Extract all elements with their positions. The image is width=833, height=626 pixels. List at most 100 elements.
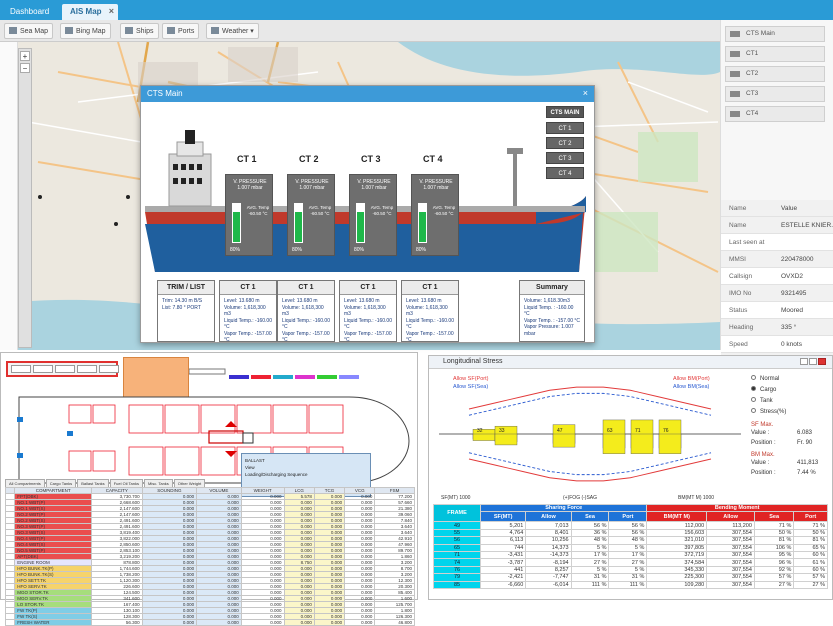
cargo-tank[interactable]: V. PRESSURE 1.007 mbar AVG. Temp -60.50 °C 8…: [287, 174, 335, 256]
stress-cell: 85: [432, 580, 482, 589]
nav-cts-main[interactable]: CTS MAIN: [546, 106, 584, 118]
close-icon[interactable]: ×: [109, 6, 114, 16]
property-row[interactable]: Speed 0 knots: [721, 336, 833, 353]
stress-cell: 307,554: [706, 573, 755, 582]
ct-info-line: Vapor Temp.: -157.00 °C: [224, 330, 272, 344]
stress-cell: 5 %: [608, 565, 648, 575]
close-icon[interactable]: [818, 358, 826, 365]
temp-value: -60.50 °C: [434, 211, 454, 216]
stress-cell: 441: [480, 565, 527, 575]
sf-max-position-label: Position :: [751, 440, 776, 446]
sf-bar-lower: [658, 433, 682, 454]
stress-row[interactable]: 71 -3,431 -14,373 17 % 17 % 372,719 307,554 95 …: [432, 550, 828, 560]
stress-cell: 345,330: [646, 565, 708, 575]
ct-info-line: Vapor Temp.: -157.00 °C: [406, 330, 454, 344]
menu-button[interactable]: [33, 365, 53, 373]
menu-button[interactable]: [77, 365, 97, 373]
menu-button[interactable]: [99, 365, 119, 373]
property-row[interactable]: IMO No 9321495: [721, 285, 833, 302]
cts-main-button[interactable]: CTS Main: [725, 26, 825, 42]
stress-cell: 61 %: [793, 558, 828, 567]
bm-max-value-value: 411,813: [797, 460, 819, 466]
stress-cell: 112,000: [646, 521, 708, 530]
table-row[interactable]: FRESH WATER 56.300 0.000 0.000 0.000 0.000 0.0…: [4, 619, 415, 626]
cargo-tank[interactable]: V. PRESSURE 1.007 mbar AVG. Temp -60.50 °C 8…: [411, 174, 459, 256]
stress-row[interactable]: 76 441 8,257 5 % 5 % 345,330 307,554 92 % 60 %: [432, 565, 828, 575]
property-row[interactable]: Status Moored: [721, 302, 833, 319]
property-row[interactable]: Heading 335 °: [721, 319, 833, 336]
table-cell: 0.000: [313, 619, 346, 626]
frame-header: FRAME: [432, 503, 482, 523]
tab-ais-map[interactable]: AIS Map ×: [62, 4, 118, 20]
stress-row[interactable]: 74 -3,787 -8,194 27 % 27 % 374,584 307,554 96 %…: [432, 558, 828, 567]
compartment-tabs: All Compartments Cargo Tanks Ballast Tanks…: [5, 479, 245, 488]
stress-cell: -2,421: [480, 573, 527, 582]
stress-cell: 65 %: [793, 543, 828, 552]
plan-menu-bar[interactable]: [6, 361, 119, 377]
stress-row[interactable]: 65 744 14,373 5 % 5 % 397,805 307,554 106 % 65 %: [432, 543, 828, 552]
sea-map-button[interactable]: Sea Map: [4, 23, 54, 39]
table-cell: 46.800: [374, 619, 415, 626]
property-key: Status: [729, 307, 748, 314]
stress-row[interactable]: 55 4,764 8,401 36 % 56 % 156,603 307,554 50 % 50…: [432, 528, 828, 538]
frame-tick-label: 32: [477, 428, 483, 434]
stress-cell: 56 %: [608, 521, 648, 530]
stress-row[interactable]: 56 6,113 10,256 48 % 48 % 321,010 307,554 81 % 8…: [432, 536, 828, 545]
nav-ct3[interactable]: CT 3: [546, 152, 584, 164]
stress-cell: 71 %: [793, 521, 828, 530]
pressure-readout: V. PRESSURE 1.007 mbar: [288, 179, 336, 191]
stress-option[interactable]: Stress(%): [751, 407, 829, 418]
menu-button[interactable]: [55, 365, 75, 373]
cargo-tank[interactable]: V. PRESSURE 1.007 mbar AVG. Temp -60.50 °C 8…: [225, 174, 273, 256]
stress-cell: 95 %: [753, 550, 795, 560]
ships-button[interactable]: Ships: [120, 23, 159, 39]
ct1-button[interactable]: CT1: [725, 46, 825, 62]
stress-cell: -8,194: [525, 558, 572, 567]
tank-title: CT 3: [361, 154, 381, 164]
context-menu-sequence[interactable]: Loading/Discharging Sequence: [245, 471, 367, 478]
stress-cell: 57 %: [793, 573, 828, 582]
zoom-out-button[interactable]: −: [20, 63, 30, 73]
nav-ct2[interactable]: CT 2: [546, 137, 584, 149]
menu-button[interactable]: [11, 365, 31, 373]
stress-cell: 71: [432, 550, 482, 560]
property-row[interactable]: Last seen at: [721, 234, 833, 251]
bing-map-button[interactable]: Bing Map: [60, 23, 111, 39]
minimize-icon[interactable]: [800, 358, 808, 365]
stress-option[interactable]: Normal: [751, 374, 829, 385]
ports-button[interactable]: Ports: [162, 23, 200, 39]
zoom-in-button[interactable]: +: [20, 51, 30, 61]
level-fill: [419, 211, 426, 242]
stress-option[interactable]: Cargo: [751, 385, 829, 396]
property-row[interactable]: MMSI 220478000: [721, 251, 833, 268]
stress-row[interactable]: 49 5,201 7,013 56 % 56 % 112,000 113,200 71 % 71…: [432, 521, 828, 530]
ct-info-values: Level: 13.680 m Volume: 1,618,300 m3 Liqui…: [220, 295, 276, 347]
stress-cell: 27 %: [608, 558, 648, 567]
stress-option[interactable]: Tank: [751, 396, 829, 407]
sf-bar-lower: [630, 433, 654, 454]
zoom-control[interactable]: + −: [18, 48, 32, 348]
ct4-button[interactable]: CT4: [725, 106, 825, 122]
stress-cell: 307,554: [706, 565, 755, 575]
stress-cell: 5 %: [570, 565, 610, 575]
tab-dashboard[interactable]: Dashboard: [2, 4, 58, 20]
stress-row[interactable]: 85 -6,660 -6,014 111 % 111 % 109,280 307,554 27…: [432, 580, 828, 589]
maximize-icon[interactable]: [809, 358, 817, 365]
nav-ct1[interactable]: CT 1: [546, 122, 584, 134]
property-key: IMO No: [729, 290, 752, 297]
nav-ct4[interactable]: CT 4: [546, 167, 584, 179]
stress-cell: 56: [432, 536, 482, 545]
cargo-tank[interactable]: V. PRESSURE 1.007 mbar AVG. Temp -60.50 °C 8…: [349, 174, 397, 256]
property-row[interactable]: Callsign OVXD2: [721, 268, 833, 285]
context-menu-view[interactable]: View: [245, 464, 367, 471]
temp-readout: AVG. Temp -60.50 °C: [430, 205, 458, 217]
weather-dropdown[interactable]: Weather ▾: [206, 23, 259, 39]
left-strip: [0, 42, 18, 350]
ct2-button[interactable]: CT2: [725, 66, 825, 82]
ct3-button[interactable]: CT3: [725, 86, 825, 102]
close-icon[interactable]: ×: [583, 88, 588, 98]
property-row[interactable]: Name ESTELLE KNIER...: [721, 217, 833, 234]
pressure-value: 1.007 mbar: [361, 185, 387, 191]
stress-row[interactable]: 79 -2,421 -7,747 31 % 31 % 225,300 307,554 57 %…: [432, 573, 828, 582]
stress-subheader: Allow: [706, 511, 755, 523]
